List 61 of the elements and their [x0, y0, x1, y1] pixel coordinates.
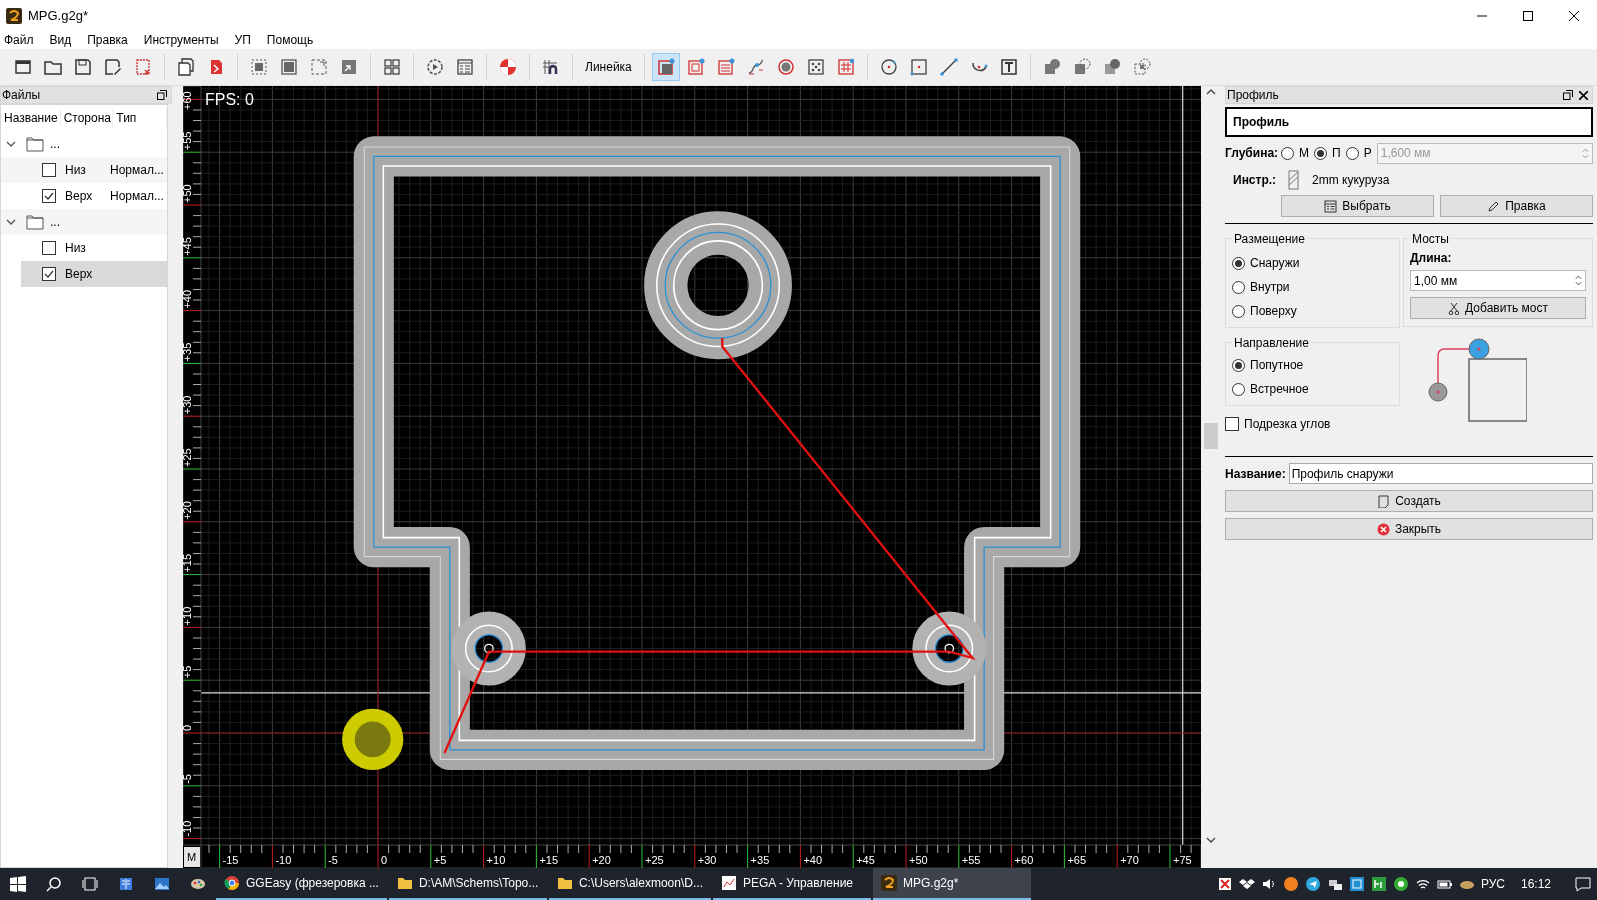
profile-heading: Профиль — [1225, 107, 1593, 137]
ruler-label: +45 — [183, 237, 193, 256]
ruler-label: +20 — [592, 854, 611, 866]
ruler-label: +5 — [183, 665, 193, 679]
radio-label: Внутри — [1250, 279, 1290, 296]
radio-label: Поверху — [1250, 303, 1297, 320]
ruler-label: 0 — [381, 854, 388, 866]
file-side-label: Верх — [65, 266, 94, 283]
window-title: MPG.g2g* — [28, 6, 88, 25]
radio-label: Встречное — [1250, 381, 1309, 398]
file-type-label: Нормал... — [110, 188, 164, 205]
ruler-label: +20 — [183, 501, 193, 520]
ruler-label: +70 — [1120, 854, 1139, 866]
ruler-label: -10 — [275, 854, 292, 866]
ruler-label: +65 — [1067, 854, 1087, 866]
file-type-label: Нормал... — [110, 162, 164, 179]
file-side-label: Низ — [65, 240, 87, 257]
ruler-label: 0 — [183, 724, 193, 731]
ruler-label: +60 — [183, 91, 193, 110]
radio-label: Попутное — [1250, 357, 1304, 374]
field-label: Инстр.: — [1233, 172, 1277, 189]
fps-counter: FPS: 0 — [205, 91, 254, 108]
tool-name: 2mm кукуруза — [1312, 172, 1390, 189]
ruler-label: +35 — [750, 854, 770, 866]
ruler-label: +30 — [183, 395, 193, 415]
panel-title: Профиль — [1227, 87, 1279, 104]
field-label: Название: — [1225, 465, 1286, 483]
ruler-label: +25 — [645, 854, 664, 866]
ruler-label: +30 — [697, 854, 717, 866]
ruler-label: +5 — [433, 854, 447, 866]
ruler-label: -15 — [222, 854, 239, 866]
file-side-label: Низ — [65, 162, 87, 179]
panel-title: Файлы — [2, 87, 41, 104]
ruler-label: -10 — [183, 820, 193, 837]
ruler-label: +50 — [909, 854, 928, 866]
ruler-label: +35 — [183, 342, 193, 362]
group-name: ... — [50, 136, 60, 153]
field-label: Длина: — [1410, 250, 1453, 267]
ruler-label: +40 — [803, 854, 823, 866]
ruler-label: +50 — [183, 184, 193, 203]
radio-label: М — [1299, 145, 1310, 162]
checkbox-label: Подрезка углов — [1244, 416, 1331, 433]
ruler-label: +15 — [183, 553, 193, 573]
ruler-label: +75 — [1173, 854, 1192, 866]
field-label: Глубина: — [1225, 145, 1279, 162]
ruler-label: -5 — [183, 774, 193, 784]
ruler-label: -5 — [328, 854, 338, 866]
ruler-label: +55 — [961, 854, 981, 866]
ruler-label: +40 — [183, 289, 193, 309]
radio-label: П — [1332, 145, 1341, 162]
group-name: ... — [50, 214, 60, 231]
radio-label: Снаружи — [1250, 255, 1300, 272]
ruler-label: +55 — [183, 131, 193, 151]
ruler-label: +60 — [1014, 854, 1034, 866]
radio-label: Р — [1363, 145, 1372, 162]
ruler-label: +25 — [183, 448, 193, 467]
ruler-label: +10 — [183, 606, 193, 626]
file-side-label: Верх — [65, 188, 94, 205]
ruler-label: +10 — [486, 854, 506, 866]
ruler-label: +45 — [856, 854, 875, 866]
ruler-label: +15 — [539, 854, 559, 866]
